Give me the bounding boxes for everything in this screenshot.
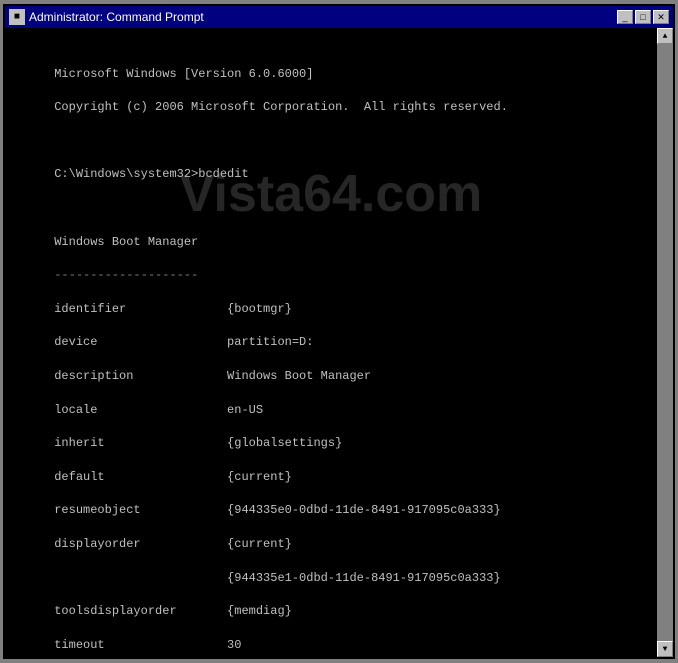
scrollbar[interactable]: ▲ ▼ bbox=[657, 28, 673, 657]
bcdedit-cmd: C:\Windows\system32>bcdedit bbox=[54, 167, 248, 181]
version-line: Microsoft Windows [Version 6.0.6000] bbox=[54, 67, 313, 81]
section1-title: Windows Boot Manager bbox=[54, 235, 198, 249]
bootmgr-inherit: inherit {globalsettings} bbox=[54, 436, 342, 450]
command-prompt-window: ■ Administrator: Command Prompt _ □ ✕ Vi… bbox=[3, 4, 675, 659]
title-bar: ■ Administrator: Command Prompt _ □ ✕ bbox=[5, 6, 673, 28]
bootmgr-displayorder2: {944335e1-0dbd-11de-8491-917095c0a333} bbox=[54, 571, 500, 585]
bootmgr-default: default {current} bbox=[54, 470, 292, 484]
terminal-output[interactable]: Vista64.com Microsoft Windows [Version 6… bbox=[5, 28, 657, 657]
content-area: Vista64.com Microsoft Windows [Version 6… bbox=[5, 28, 673, 657]
bootmgr-toolsdisplayorder: toolsdisplayorder {memdiag} bbox=[54, 604, 292, 618]
bootmgr-description: description Windows Boot Manager bbox=[54, 369, 371, 383]
window-icon: ■ bbox=[9, 9, 25, 25]
title-bar-left: ■ Administrator: Command Prompt bbox=[9, 9, 204, 25]
window-title: Administrator: Command Prompt bbox=[29, 10, 204, 24]
bootmgr-locale: locale en-US bbox=[54, 403, 263, 417]
bootmgr-identifier: identifier {bootmgr} bbox=[54, 302, 292, 316]
minimize-button[interactable]: _ bbox=[617, 10, 633, 24]
divider1: -------------------- bbox=[54, 268, 198, 282]
bootmgr-resumeobject: resumeobject {944335e0-0dbd-11de-8491-91… bbox=[54, 503, 500, 517]
bootmgr-device: device partition=D: bbox=[54, 335, 313, 349]
title-controls: _ □ ✕ bbox=[617, 10, 669, 24]
scroll-up-button[interactable]: ▲ bbox=[657, 28, 673, 44]
scroll-track[interactable] bbox=[657, 44, 673, 641]
copyright-line: Copyright (c) 2006 Microsoft Corporation… bbox=[54, 100, 508, 114]
maximize-button[interactable]: □ bbox=[635, 10, 651, 24]
bootmgr-timeout: timeout 30 bbox=[54, 638, 241, 652]
bootmgr-displayorder1: displayorder {current} bbox=[54, 537, 292, 551]
scroll-down-button[interactable]: ▼ bbox=[657, 641, 673, 657]
close-button[interactable]: ✕ bbox=[653, 10, 669, 24]
